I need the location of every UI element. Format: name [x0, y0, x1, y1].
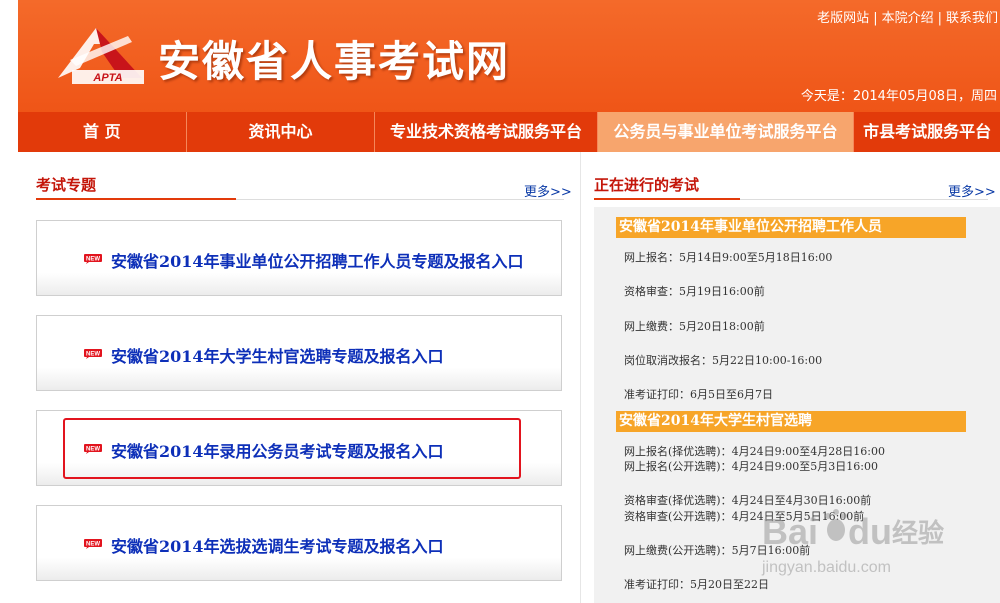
topic-card: NEW 安徽省2014年大学生村官选聘专题及报名入口 — [36, 315, 562, 391]
nav-civil-service-exams[interactable]: 公务员与事业单位考试服务平台 — [597, 112, 855, 152]
topic-link-public-institution-recruitment[interactable]: 安徽省2014年事业单位公开招聘工作人员专题及报名入口 — [111, 248, 524, 272]
about-link[interactable]: 本院介绍 — [882, 11, 934, 26]
ongoing-exams-title: 正在进行的考试 — [594, 176, 700, 194]
paw-icon — [825, 509, 847, 541]
exam-schedule-line: 岗位取消改报名：5月22日10:00-16:00 — [624, 354, 823, 367]
exam-schedule-line: 准考证打印：5月20日至22日 — [624, 578, 769, 591]
nav-home[interactable]: 首 页 — [18, 112, 187, 152]
ongoing-exams-more-link[interactable]: 更多>> — [948, 181, 996, 200]
link-separator: | — [873, 11, 878, 26]
nav-city-county-exams[interactable]: 市县考试服务平台 — [854, 112, 1000, 152]
site-header: APTA 安徽省人事考试网 老版网站 | 本院介绍 | 联系我们 今天是：2014年05… — [18, 0, 1000, 112]
new-badge-icon: NEW — [84, 254, 102, 264]
top-links: 老版网站 | 本院介绍 | 联系我们 — [817, 7, 998, 26]
exam-topics-title: 考试专题 — [36, 176, 97, 194]
topic-link-village-official-selection[interactable]: 安徽省2014年大学生村官选聘专题及报名入口 — [111, 343, 444, 367]
new-badge-icon: NEW — [84, 349, 102, 359]
topic-link-selected-graduates-exam[interactable]: 安徽省2014年选拔选调生考试专题及报名入口 — [111, 533, 444, 557]
contact-link[interactable]: 联系我们 — [946, 11, 998, 26]
site-title: 安徽省人事考试网 — [158, 37, 511, 86]
old-site-link[interactable]: 老版网站 — [817, 11, 869, 26]
exam-schedule-line: 资格审查：5月19日16:00前 — [624, 285, 765, 298]
svg-text:NEW: NEW — [86, 352, 100, 358]
exam-heading-public-institution[interactable]: 安徽省2014年事业单位公开招聘工作人员 — [616, 217, 966, 238]
exam-topics-more-link[interactable]: 更多>> — [524, 181, 572, 200]
exam-schedule-line: 网上缴费：5月20日18:00前 — [624, 320, 765, 333]
svg-text:NEW: NEW — [86, 257, 100, 263]
exam-schedule-line: 网上报名：5月14日9:00至5月18日16:00 — [624, 251, 833, 264]
exam-schedule-line: 网上报名(公开选聘)：4月24日9:00至5月3日16:00 — [624, 460, 878, 473]
apta-logo-icon[interactable]: APTA — [50, 22, 150, 86]
watermark-suffix: 经验 — [892, 518, 944, 549]
svg-text:NEW: NEW — [86, 542, 100, 548]
nav-professional-exams[interactable]: 专业技术资格考试服务平台 — [375, 112, 598, 152]
watermark-url: jingyan.baidu.com — [761, 559, 891, 576]
section-underline — [594, 198, 740, 200]
highlight-annotation-box — [63, 418, 521, 479]
topic-card: NEW 安徽省2014年事业单位公开招聘工作人员专题及报名入口 — [36, 220, 562, 296]
new-badge-icon: NEW — [84, 539, 102, 549]
logo-text: APTA — [92, 72, 122, 84]
main-nav: 首 页 资讯中心 专业技术资格考试服务平台 公务员与事业单位考试服务平台 市县考… — [18, 112, 1000, 152]
link-separator: | — [937, 11, 942, 26]
baidu-jingyan-watermark: Bai du 经验 jingyan.baidu.com — [761, 509, 944, 576]
column-divider — [580, 152, 581, 603]
section-underline — [36, 198, 236, 200]
nav-news[interactable]: 资讯中心 — [187, 112, 376, 152]
watermark-brand: Bai — [762, 511, 818, 552]
exam-schedule-line: 网上报名(择优选聘)：4月24日9:00至4月28日16:00 — [624, 445, 885, 458]
current-date: 今天是：2014年05月08日，周四 — [800, 89, 997, 104]
topic-card: NEW 安徽省2014年选拔选调生考试专题及报名入口 — [36, 505, 562, 581]
exam-schedule-line: 准考证打印：6月5日至6月7日 — [624, 388, 773, 401]
watermark-brand2: du — [848, 511, 892, 552]
exam-heading-village-official[interactable]: 安徽省2014年大学生村官选聘 — [616, 411, 966, 432]
